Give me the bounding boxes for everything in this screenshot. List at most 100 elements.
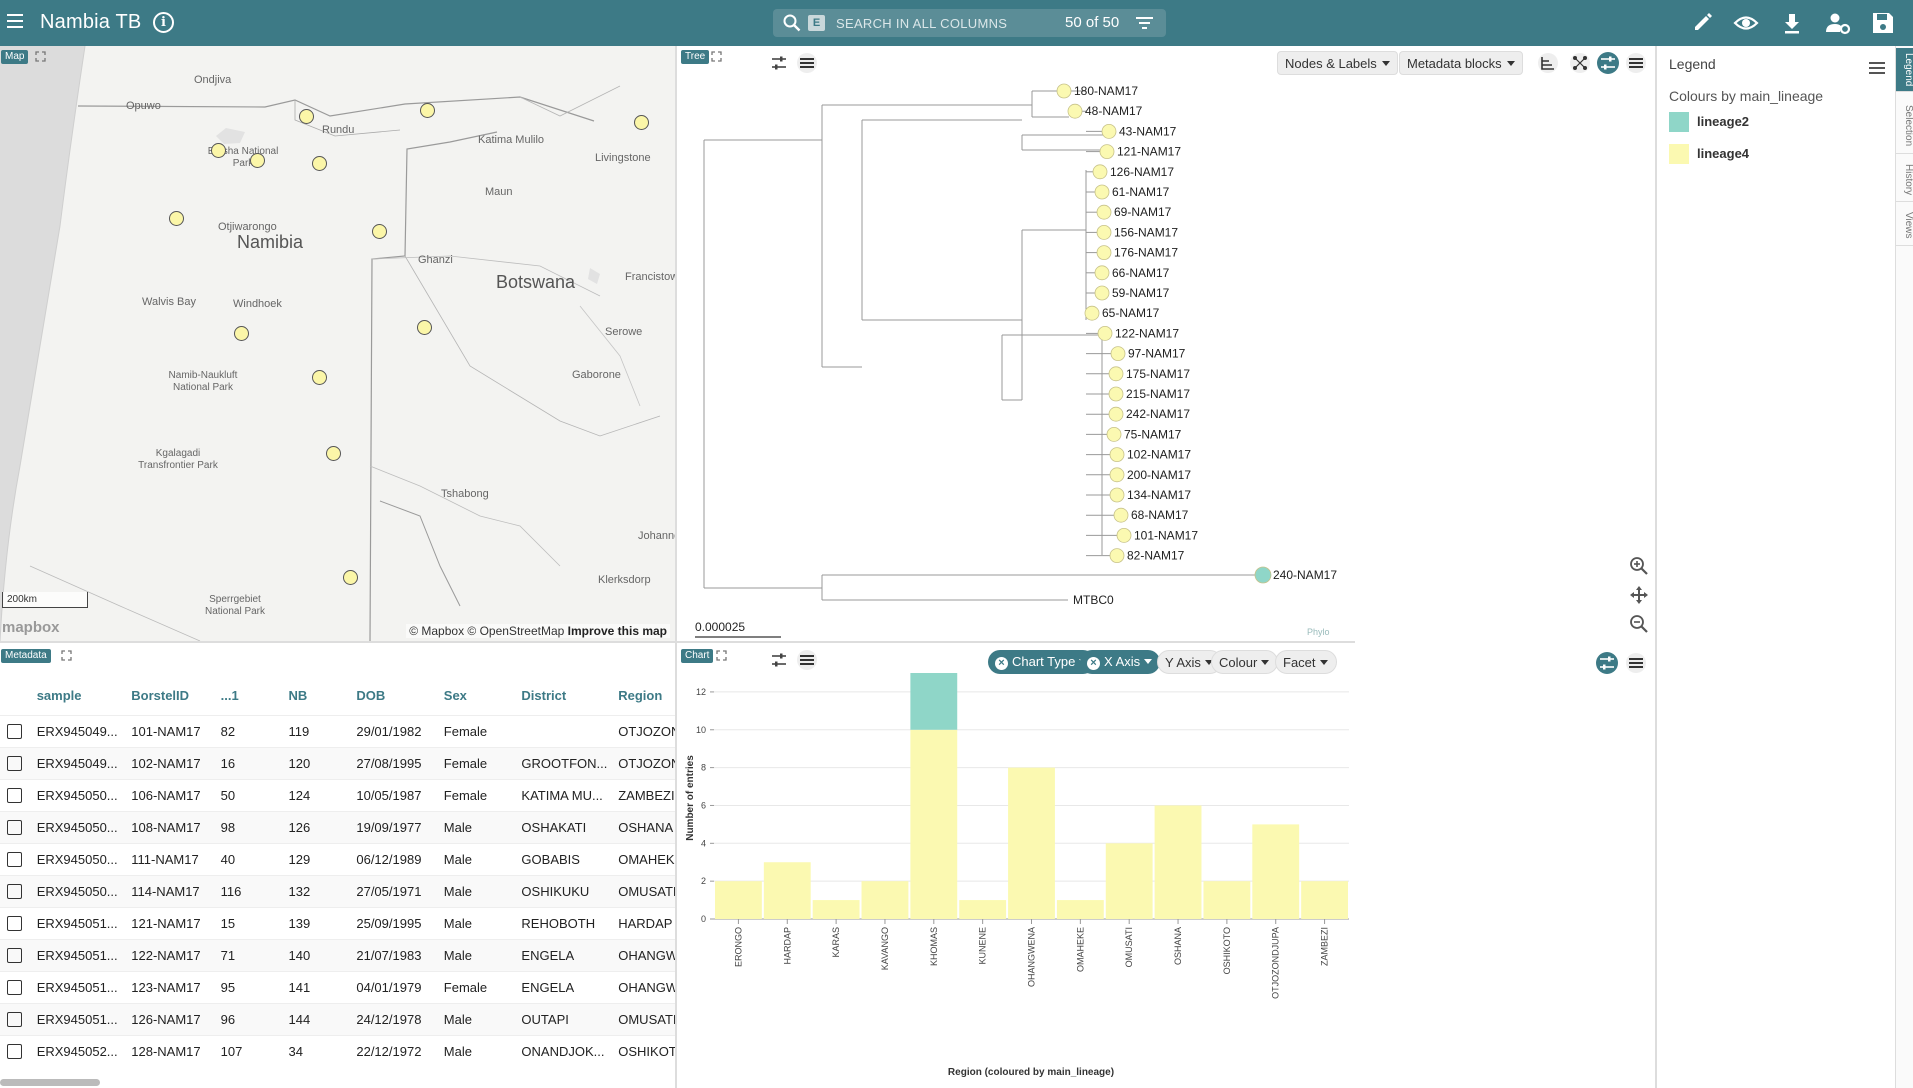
eye-icon[interactable] — [1733, 10, 1759, 36]
table-row[interactable]: ERX945051... 123-NAM17 95 141 04/01/1979 Fema… — [0, 971, 675, 1003]
download-icon[interactable] — [1779, 10, 1805, 36]
chart-bar[interactable] — [1203, 881, 1251, 919]
tree-leaf-label[interactable]: 215-NAM17 — [1126, 387, 1190, 401]
chart-bar[interactable] — [715, 881, 762, 919]
chart-bar[interactable] — [861, 881, 909, 919]
table-row[interactable]: ERX945050... 106-NAM17 50 124 10/05/1987 Fema… — [0, 779, 675, 811]
table-row[interactable]: ERX945049... 101-NAM17 82 119 29/01/1982 Fema… — [0, 715, 675, 747]
expand-icon[interactable] — [61, 650, 72, 661]
tree-leaf-label[interactable]: 200-NAM17 — [1127, 468, 1191, 482]
row-checkbox[interactable] — [7, 980, 22, 996]
tree-leaf-label[interactable]: 242-NAM17 — [1126, 407, 1190, 421]
tree-leaf-label[interactable]: 68-NAM17 — [1131, 508, 1189, 522]
map-panel[interactable]: Map Ondjiva Opuwo Rundu Katima Mulilo Li… — [0, 46, 675, 641]
tree-leaf-label[interactable]: 61-NAM17 — [1112, 185, 1170, 199]
tree-menu-icon[interactable] — [1625, 52, 1647, 74]
tree-leaf-label[interactable]: 156-NAM17 — [1114, 225, 1178, 239]
row-checkbox[interactable] — [7, 724, 22, 740]
column-header[interactable]: BorstelID — [124, 677, 213, 715]
tree-leaf-label[interactable]: 121-NAM17 — [1117, 145, 1181, 159]
row-checkbox[interactable] — [7, 788, 22, 804]
tree-node[interactable] — [1067, 103, 1083, 119]
map-sample-marker[interactable] — [169, 211, 184, 226]
chart-panel[interactable]: Chart × Chart Type × X Axis Y Axis Colour … — [675, 641, 1355, 1088]
row-checkbox[interactable] — [7, 820, 22, 836]
row-checkbox[interactable] — [7, 852, 22, 868]
tree-leaf-label[interactable]: 175-NAM17 — [1126, 367, 1190, 381]
table-row[interactable]: ERX945051... 122-NAM17 71 140 21/07/1983 Male… — [0, 939, 675, 971]
column-header[interactable]: ...1 — [214, 677, 282, 715]
chart-bar[interactable] — [1008, 767, 1055, 919]
tree-node[interactable] — [1094, 285, 1110, 301]
tree-layout-icon[interactable] — [1537, 52, 1559, 74]
tab-views[interactable]: Views — [1896, 206, 1913, 246]
tree-leaf-label[interactable]: 65-NAM17 — [1102, 306, 1160, 320]
attribution-text[interactable]: © Mapbox © OpenStreetMap — [409, 624, 564, 638]
tree-leaf-label[interactable]: 101-NAM17 — [1134, 528, 1198, 542]
map-sample-marker[interactable] — [299, 109, 314, 124]
tree-network-icon[interactable] — [1569, 52, 1591, 74]
tree-leaf-label[interactable]: 43-NAM17 — [1119, 124, 1177, 138]
user-settings-icon[interactable] — [1825, 10, 1851, 36]
column-header[interactable]: District — [514, 677, 611, 715]
tree-leaf-label[interactable]: 97-NAM17 — [1128, 347, 1186, 361]
tree-node[interactable] — [1092, 164, 1108, 180]
tree-node[interactable] — [1096, 204, 1112, 220]
pan-icon[interactable] — [1628, 584, 1650, 606]
tree-leaf-label[interactable]: 102-NAM17 — [1127, 448, 1191, 462]
tab-legend[interactable]: Legend — [1896, 48, 1913, 92]
map-sample-marker[interactable] — [312, 156, 327, 171]
tree-node[interactable] — [1096, 245, 1112, 261]
save-icon[interactable] — [1870, 10, 1896, 36]
search-scope-badge[interactable]: E — [808, 15, 825, 31]
map-sample-marker[interactable] — [211, 143, 226, 158]
chart-bar[interactable] — [910, 729, 958, 919]
tree-node[interactable] — [1106, 426, 1122, 442]
row-checkbox[interactable] — [7, 1044, 22, 1060]
map-sample-marker[interactable] — [343, 570, 358, 585]
filter-icon[interactable] — [1136, 16, 1153, 30]
tree-node[interactable] — [1254, 566, 1272, 584]
tree-node[interactable] — [1108, 406, 1124, 422]
tree-panel[interactable]: Tree Nodes & Labels 180-NAM17 48-NAM17 43-… — [675, 46, 1398, 641]
zoom-out-icon[interactable] — [1628, 613, 1650, 635]
tree-node[interactable] — [1109, 487, 1125, 503]
map-sample-marker[interactable] — [326, 446, 341, 461]
tree-leaf-label[interactable]: 75-NAM17 — [1124, 427, 1182, 441]
tree-node[interactable] — [1097, 325, 1113, 341]
tree-leaf-label[interactable]: 176-NAM17 — [1114, 246, 1178, 260]
tree-node[interactable] — [1109, 467, 1125, 483]
table-row[interactable]: ERX945052... 128-NAM17 107 34 22/12/1972 Male… — [0, 1035, 675, 1067]
expand-icon[interactable] — [35, 51, 46, 62]
map-sample-marker[interactable] — [420, 103, 435, 118]
row-checkbox[interactable] — [7, 884, 22, 900]
chart-bar[interactable] — [1252, 824, 1300, 919]
map-sample-marker[interactable] — [634, 115, 649, 130]
chart-bar[interactable] — [812, 900, 860, 919]
chart-bar[interactable] — [1301, 881, 1348, 919]
row-checkbox[interactable] — [7, 948, 22, 964]
column-header[interactable]: Sex — [437, 677, 515, 715]
tree-node[interactable] — [1110, 346, 1126, 362]
mapbox-logo[interactable]: mapbox — [2, 619, 60, 636]
chart-bar[interactable] — [1056, 900, 1104, 919]
tree-leaf-label[interactable]: 82-NAM17 — [1127, 549, 1185, 563]
tree-leaf-label[interactable]: 66-NAM17 — [1112, 266, 1170, 280]
map-sample-marker[interactable] — [372, 224, 387, 239]
chart-menu-icon[interactable] — [1625, 652, 1647, 674]
tree-leaf-label[interactable]: 59-NAM17 — [1112, 286, 1170, 300]
search-icon[interactable] — [783, 14, 801, 32]
chart-bar[interactable] — [1154, 805, 1202, 919]
map-sample-marker[interactable] — [312, 370, 327, 385]
map-sample-marker[interactable] — [234, 326, 249, 341]
table-row[interactable]: ERX945050... 111-NAM17 40 129 06/12/1989 Male… — [0, 843, 675, 875]
tree-node[interactable] — [1094, 184, 1110, 200]
tab-selection[interactable]: Selection — [1896, 98, 1913, 154]
legend-menu-icon[interactable] — [1869, 62, 1885, 74]
table-row[interactable]: ERX945051... 121-NAM17 15 139 25/09/1995 Male… — [0, 907, 675, 939]
pencil-icon[interactable] — [1690, 10, 1716, 36]
chart-bar[interactable] — [1105, 843, 1153, 919]
tree-node[interactable] — [1101, 124, 1117, 139]
tab-history[interactable]: History — [1896, 158, 1913, 202]
row-checkbox[interactable] — [7, 756, 22, 772]
